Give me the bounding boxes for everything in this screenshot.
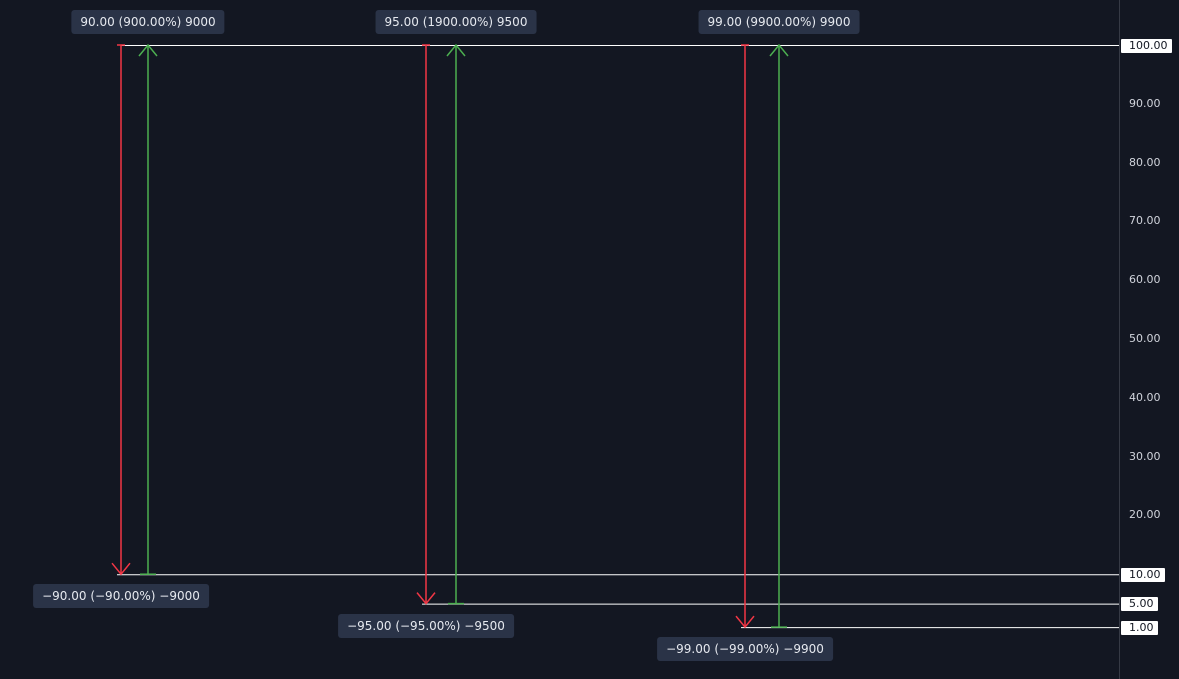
- price-level-tag: 5.00: [1121, 597, 1158, 612]
- measure-bottom-label[interactable]: −99.00 (−99.00%) −9900: [657, 637, 833, 662]
- y-tick-label: 30.00: [1129, 449, 1161, 463]
- chart: 90.00 80.00 70.00 60.00 50.00 40.00 30.0…: [0, 0, 1179, 679]
- measure-bottom-label[interactable]: −95.00 (−95.00%) −9500: [338, 613, 514, 638]
- plot-area[interactable]: [0, 0, 1179, 679]
- measure-top-label[interactable]: 95.00 (1900.00%) 9500: [375, 10, 537, 34]
- y-tick-label: 50.00: [1129, 332, 1161, 345]
- measure-top-label[interactable]: 90.00 (900.00%) 9000: [71, 10, 225, 34]
- price-level-tag: 100.00: [1121, 38, 1172, 53]
- price-level-tag: 10.00: [1121, 567, 1165, 582]
- y-tick-label: 40.00: [1129, 390, 1161, 404]
- y-tick-label: 70.00: [1129, 214, 1161, 228]
- y-tick-label: 20.00: [1129, 508, 1161, 522]
- y-tick-label: 80.00: [1129, 155, 1161, 169]
- y-tick-label: 90.00: [1129, 96, 1161, 110]
- measure-top-label[interactable]: 99.00 (9900.00%) 9900: [698, 10, 860, 34]
- price-level-tag: 1.00: [1121, 620, 1158, 635]
- y-tick-label: 60.00: [1129, 273, 1161, 287]
- measure-bottom-label[interactable]: −90.00 (−90.00%) −9000: [33, 584, 209, 609]
